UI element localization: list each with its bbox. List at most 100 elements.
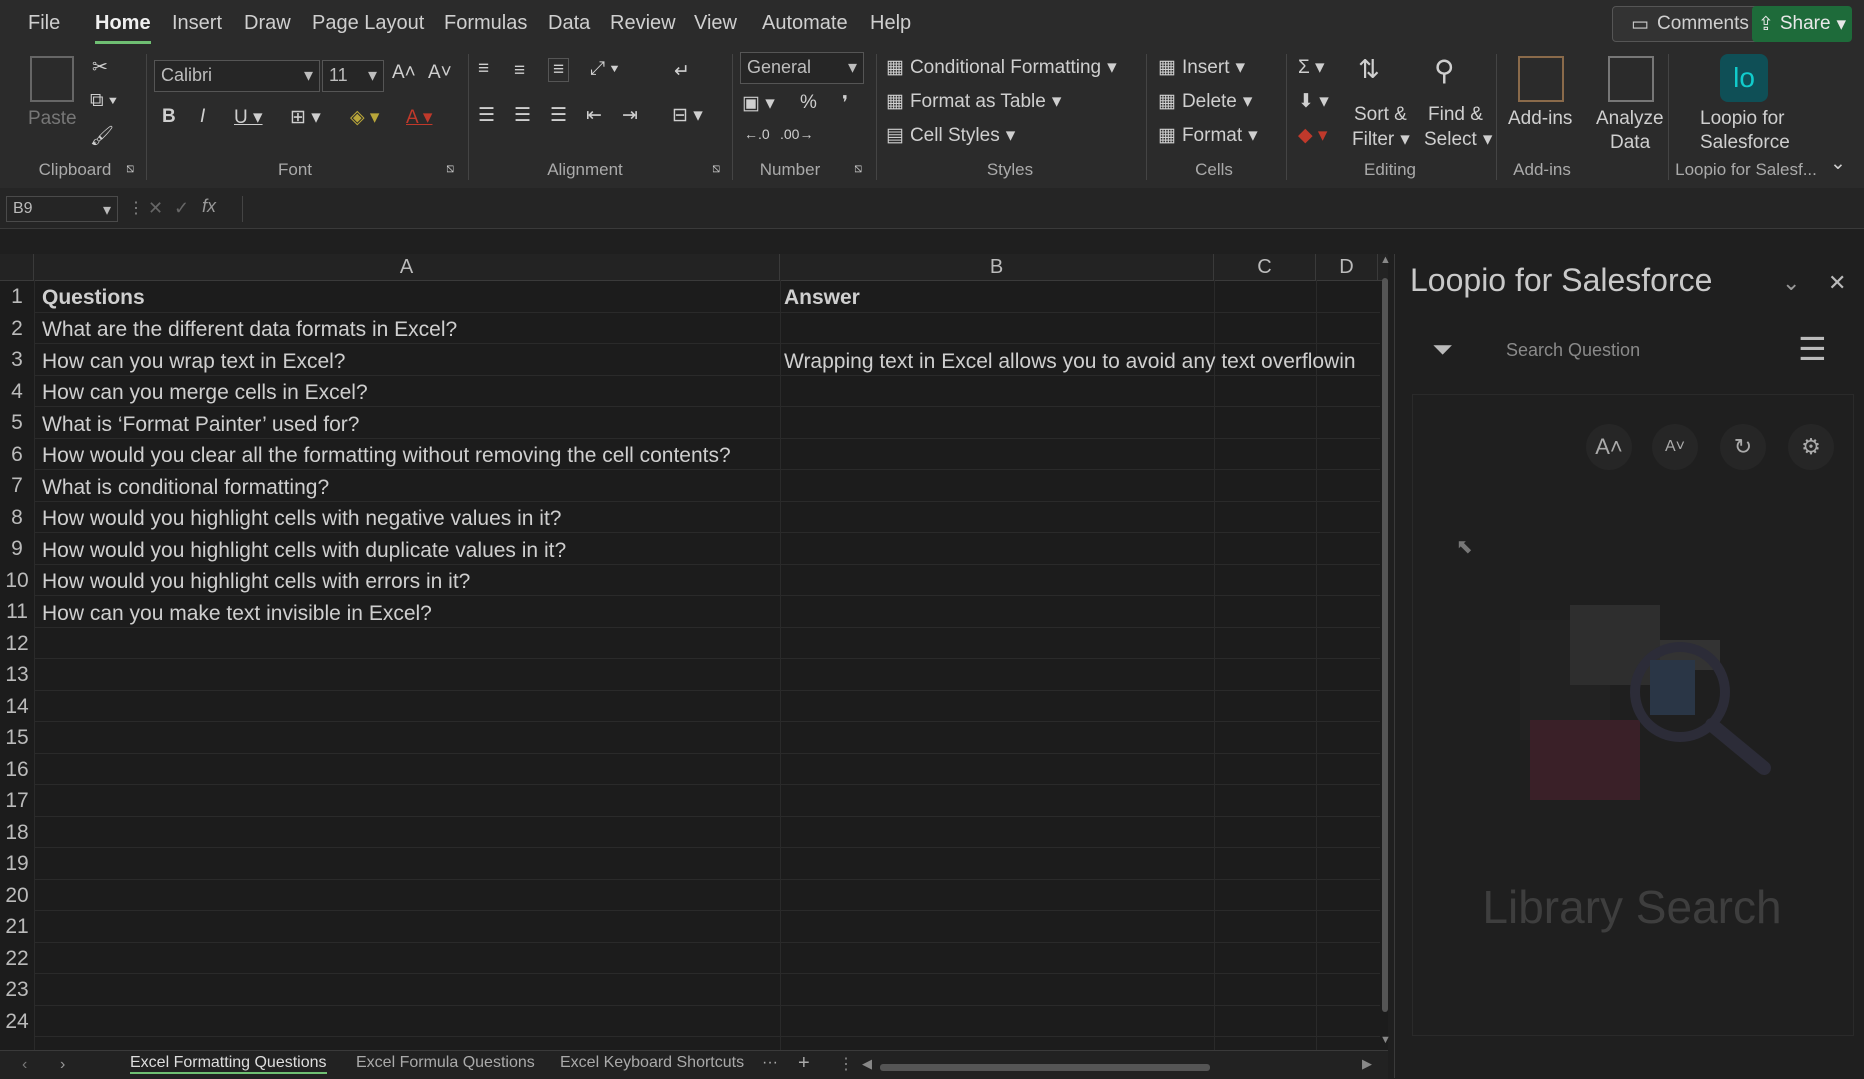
comments-button[interactable]: ▭ Comments xyxy=(1612,6,1768,42)
currency-icon[interactable]: ▣ ▾ xyxy=(742,92,775,115)
row-header[interactable]: 4 xyxy=(0,380,34,404)
fill-color-icon[interactable]: ◈ ▾ xyxy=(350,106,379,129)
font-name-select[interactable]: Calibri ▾ xyxy=(154,60,320,92)
formula-input[interactable] xyxy=(242,196,1843,222)
column-header-b[interactable]: B xyxy=(780,254,1214,280)
row-header[interactable]: 17 xyxy=(0,789,34,813)
search-question-input[interactable]: Search Question xyxy=(1494,330,1824,370)
ribbon-collapse-icon[interactable]: ⌄ xyxy=(1830,152,1846,175)
align-left-icon[interactable]: ☰ xyxy=(478,104,495,127)
scroll-left-icon[interactable]: ◀ xyxy=(862,1056,872,1072)
wrap-text-icon[interactable]: ↵ xyxy=(674,60,690,83)
menu-help[interactable]: Help xyxy=(870,12,911,35)
loopio-logo-icon[interactable]: lo xyxy=(1720,54,1768,102)
loopio-label-2[interactable]: Salesforce xyxy=(1700,132,1790,154)
increase-text-size-icon[interactable]: A˄ xyxy=(1586,424,1632,470)
row-header[interactable]: 14 xyxy=(0,695,34,719)
find-select-label-2[interactable]: Select ▾ xyxy=(1424,128,1492,151)
sheet-tab-formula[interactable]: Excel Formula Questions xyxy=(356,1054,535,1072)
row-header[interactable]: 2 xyxy=(0,317,34,341)
menu-file[interactable]: File xyxy=(28,12,60,35)
cell-b3[interactable]: Wrapping text in Excel allows you to avo… xyxy=(784,350,1376,374)
sort-filter-icon[interactable]: ⇅ xyxy=(1358,54,1380,85)
row-header[interactable]: 3 xyxy=(0,348,34,372)
cancel-entry-icon[interactable]: ✕ xyxy=(148,198,163,219)
menu-review[interactable]: Review xyxy=(610,12,676,35)
cut-icon[interactable]: ✂ xyxy=(92,56,108,79)
row-header[interactable]: 7 xyxy=(0,474,34,498)
add-sheet-icon[interactable]: + xyxy=(798,1052,810,1075)
decrease-decimal-icon[interactable]: .00→ xyxy=(780,126,813,142)
cell-b1[interactable]: Answer xyxy=(784,286,860,310)
paste-button[interactable]: Paste xyxy=(28,108,77,130)
cell-a6[interactable]: How would you clear all the formatting w… xyxy=(42,444,731,468)
dialog-launcher-icon[interactable]: ⧅ xyxy=(712,160,720,176)
underline-icon[interactable]: U ▾ xyxy=(234,106,263,129)
scroll-down-icon[interactable]: ▼ xyxy=(1380,1034,1391,1046)
menu-data[interactable]: Data xyxy=(548,12,590,35)
number-format-select[interactable]: General ▾ xyxy=(740,52,864,84)
dialog-launcher-icon[interactable]: ⧅ xyxy=(854,160,862,176)
analyze-data-label-1[interactable]: Analyze xyxy=(1596,108,1664,130)
scroll-up-icon[interactable]: ▲ xyxy=(1380,254,1391,266)
cell-a8[interactable]: How would you highlight cells with negat… xyxy=(42,507,561,531)
dialog-launcher-icon[interactable]: ⧅ xyxy=(126,160,134,176)
increase-indent-icon[interactable]: ⇥ xyxy=(622,104,638,127)
confirm-entry-icon[interactable]: ✓ xyxy=(174,198,189,219)
row-header[interactable]: 5 xyxy=(0,411,34,435)
font-color-icon[interactable]: A ▾ xyxy=(406,106,432,129)
clear-icon[interactable]: ◆ ▾ xyxy=(1298,124,1327,147)
cell-a7[interactable]: What is conditional formatting? xyxy=(42,476,329,500)
font-size-select[interactable]: 11 ▾ xyxy=(322,60,384,92)
cell-a4[interactable]: How can you merge cells in Excel? xyxy=(42,381,368,405)
insert-cells-button[interactable]: ▦ Insert ▾ xyxy=(1158,56,1245,79)
row-header[interactable]: 13 xyxy=(0,663,34,687)
borders-icon[interactable]: ⊞ ▾ xyxy=(290,106,321,129)
row-header[interactable]: 6 xyxy=(0,443,34,467)
loopio-label-1[interactable]: Loopio for xyxy=(1700,108,1785,130)
conditional-formatting-button[interactable]: ▦ Conditional Formatting ▾ xyxy=(886,56,1117,79)
next-sheet-icon[interactable]: › xyxy=(60,1056,65,1074)
horizontal-scrollbar-thumb[interactable] xyxy=(880,1064,1210,1071)
more-sheets-icon[interactable]: ··· xyxy=(762,1054,778,1072)
cell-a2[interactable]: What are the different data formats in E… xyxy=(42,318,457,342)
dialog-launcher-icon[interactable]: ⧅ xyxy=(446,160,454,176)
row-header[interactable]: 9 xyxy=(0,537,34,561)
decrease-text-size-icon[interactable]: A˅ xyxy=(1652,424,1698,470)
align-top-icon[interactable]: ≡ xyxy=(478,58,489,80)
menu-insert[interactable]: Insert xyxy=(172,12,222,35)
grow-font-icon[interactable]: A˄ xyxy=(392,62,416,84)
refresh-icon[interactable]: ↻ xyxy=(1720,424,1766,470)
menu-home[interactable]: Home xyxy=(95,12,151,35)
prev-sheet-icon[interactable]: ‹ xyxy=(22,1056,27,1074)
more-options-icon[interactable]: ⋮ xyxy=(128,198,144,218)
cell-a10[interactable]: How would you highlight cells with error… xyxy=(42,570,470,594)
add-ins-button[interactable]: Add-ins xyxy=(1508,108,1572,130)
gear-icon[interactable]: ⚙ xyxy=(1788,424,1834,470)
cell-a11[interactable]: How can you make text invisible in Excel… xyxy=(42,602,432,626)
row-header[interactable]: 24 xyxy=(0,1010,34,1034)
name-box[interactable]: B9 ▾ xyxy=(6,196,118,222)
merge-center-icon[interactable]: ⊟ ▾ xyxy=(672,104,703,127)
increase-decimal-icon[interactable]: ←.0 xyxy=(744,126,770,142)
add-ins-icon[interactable] xyxy=(1518,56,1564,102)
bold-icon[interactable]: B xyxy=(162,106,176,128)
share-button[interactable]: ⇪ Share ▾ xyxy=(1752,6,1852,42)
italic-icon[interactable]: I xyxy=(200,106,205,128)
cell-styles-button[interactable]: ▤ Cell Styles ▾ xyxy=(886,124,1015,147)
align-bottom-icon[interactable]: ≡ xyxy=(548,58,570,82)
column-header-c[interactable]: C xyxy=(1214,254,1316,280)
hamburger-menu-icon[interactable]: ☰ xyxy=(1798,330,1827,368)
format-cells-button[interactable]: ▦ Format ▾ xyxy=(1158,124,1258,147)
menu-automate[interactable]: Automate xyxy=(762,12,848,35)
format-as-table-button[interactable]: ▦ Format as Table ▾ xyxy=(886,90,1061,113)
shrink-font-icon[interactable]: A˅ xyxy=(428,62,452,84)
sort-filter-label-1[interactable]: Sort & xyxy=(1354,104,1407,126)
row-header[interactable]: 11 xyxy=(0,600,34,624)
fill-icon[interactable]: ⬇ ▾ xyxy=(1298,90,1329,113)
chevron-down-icon[interactable]: ⌄ xyxy=(1782,270,1800,296)
autosum-icon[interactable]: Σ ▾ xyxy=(1298,56,1325,79)
row-header[interactable]: 8 xyxy=(0,506,34,530)
orientation-icon[interactable]: ⤢ ▾ xyxy=(590,58,618,80)
align-right-icon[interactable]: ☰ xyxy=(550,104,567,127)
